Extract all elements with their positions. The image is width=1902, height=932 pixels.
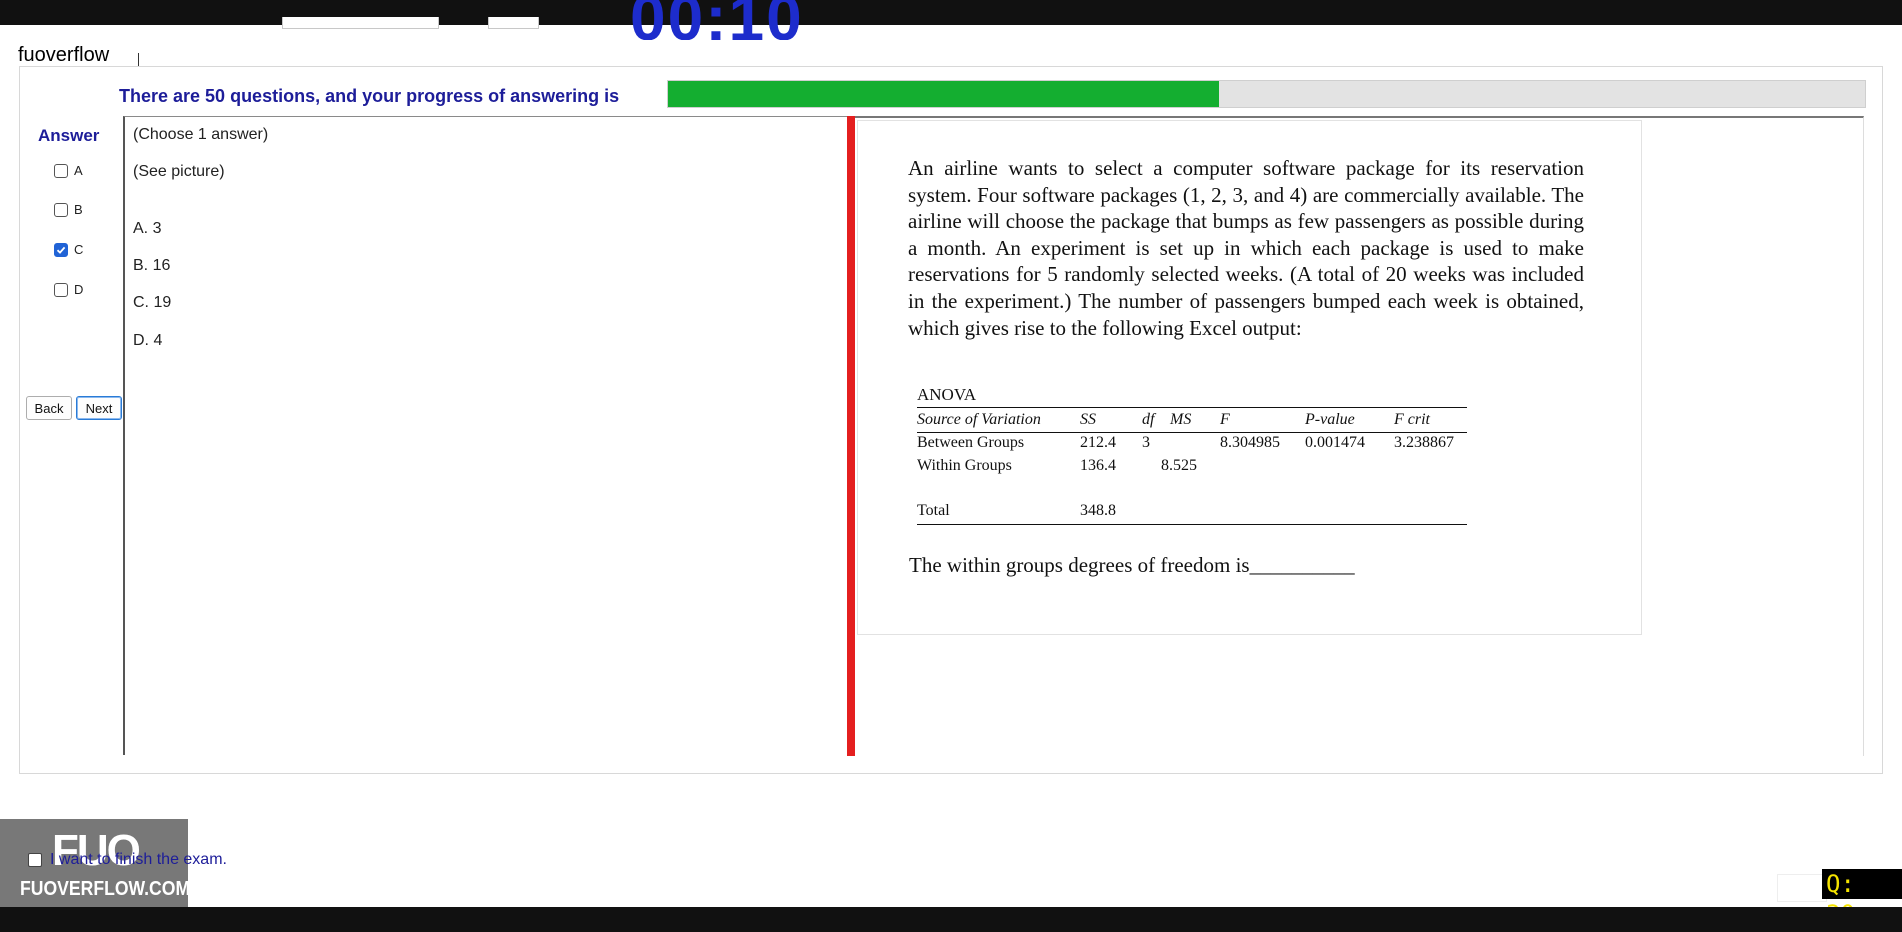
row-within-source: Within Groups [917,457,1012,474]
option-letter: C [74,242,84,257]
problem-text: An airline wants to select a computer so… [908,156,1584,340]
header-ms: MS [1170,411,1192,428]
row-between-fcrit: 3.238867 [1394,434,1454,451]
header-source: Source of Variation [917,411,1041,428]
bottom-input-box[interactable] [1777,874,1827,902]
answer-heading: Answer [38,126,100,145]
logo-text: FUOVERFLOW.COM [20,878,191,900]
row-between-f: 8.304985 [1220,434,1280,451]
row-between-ss: 212.4 [1080,434,1116,451]
option-letter: B [74,202,83,217]
option-letter: D [74,282,84,297]
question-counter: Q: 30 [1822,869,1902,928]
row-between-pvalue: 0.001474 [1305,434,1365,451]
anova-table: ANOVA Source of Variation SS df MS F P-v… [917,385,1467,530]
header-pvalue: P-value [1305,411,1355,428]
site-label: fuoverflow [18,44,110,66]
header-fcrit: F crit [1394,411,1430,428]
question-instruction: (Choose 1 answer) [133,126,269,143]
row-total-source: Total [917,502,950,519]
row-total-ss: 348.8 [1080,502,1116,519]
finish-exam-option[interactable]: I want to finish the exam. [28,851,227,869]
within-question-text: The within groups degrees of freedom is_… [909,553,1355,577]
progress-bar-fill [668,81,1219,107]
finish-label: I want to finish the exam. [50,851,227,868]
option-letter: A [74,163,83,178]
header-f: F [1220,411,1230,428]
checkbox-c[interactable] [54,242,68,257]
progress-label: There are 50 questions, and your progres… [119,86,620,106]
top-dropdown[interactable] [282,17,439,29]
answer-option-c[interactable]: C [54,242,83,257]
next-button[interactable]: Next [76,396,122,420]
checkmark-icon [56,246,66,254]
row-between-source: Between Groups [917,434,1025,451]
checkbox-b[interactable] [54,202,68,217]
answer-option-d[interactable]: D [54,282,83,297]
row-between-df: 3 [1142,434,1150,451]
checkbox-a[interactable] [54,163,68,178]
progress-bar [667,80,1866,108]
choice-d: D. 4 [133,332,163,349]
header-ss: SS [1080,411,1096,428]
question-panel [123,116,850,755]
top-small-dropdown[interactable] [488,17,539,29]
see-picture-note: (See picture) [133,163,225,180]
answer-option-a[interactable]: A [54,163,83,178]
checkbox-d[interactable] [54,282,68,297]
row-within-ss: 136.4 [1080,457,1116,474]
anova-title: ANOVA [917,385,977,404]
table-rule [917,407,1467,408]
header-df: df [1142,411,1155,428]
row-within-ms: 8.525 [1161,457,1197,474]
bottom-black-bar [0,907,1902,932]
panel-divider[interactable] [847,116,855,756]
finish-checkbox[interactable] [28,853,42,867]
table-rule [917,432,1467,433]
back-button[interactable]: Back [26,396,72,420]
choice-b: B. 16 [133,257,171,274]
choice-c: C. 19 [133,294,172,311]
choice-a: A. 3 [133,220,162,237]
countdown-timer: 00:10 [630,0,804,40]
answer-option-b[interactable]: B [54,202,83,217]
table-rule [917,524,1467,525]
